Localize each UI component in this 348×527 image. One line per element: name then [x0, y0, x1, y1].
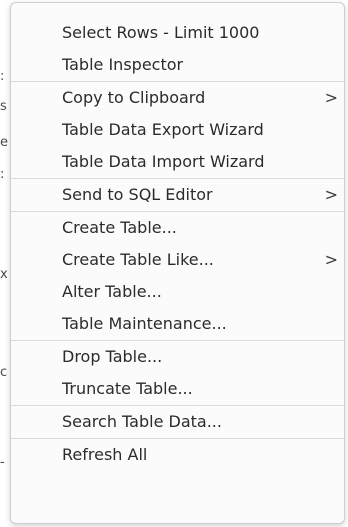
- background-text-fragment: s: [0, 100, 7, 114]
- menu-item-table-data-export-wizard[interactable]: Table Data Export Wizard: [11, 114, 344, 146]
- menu-item-label: Create Table Like...: [62, 250, 214, 269]
- submenu-arrow-icon: >: [324, 185, 338, 204]
- menu-item-drop-table[interactable]: Drop Table...: [11, 341, 344, 373]
- menu-item-label: Send to SQL Editor: [62, 185, 213, 204]
- background-text-fragment: -: [0, 456, 5, 470]
- menu-item-table-maintenance[interactable]: Table Maintenance...: [11, 308, 344, 340]
- menu-item-create-table[interactable]: Create Table...: [11, 212, 344, 244]
- menu-item-copy-to-clipboard[interactable]: Copy to Clipboard >: [11, 82, 344, 114]
- menu-item-label: Table Data Export Wizard: [62, 120, 264, 139]
- menu-item-select-rows-limit-1000[interactable]: Select Rows - Limit 1000: [11, 17, 344, 49]
- menu-item-table-inspector[interactable]: Table Inspector: [11, 49, 344, 81]
- menu-item-truncate-table[interactable]: Truncate Table...: [11, 373, 344, 405]
- background-text-fragment: x: [0, 268, 8, 282]
- submenu-arrow-icon: >: [324, 250, 338, 269]
- menu-item-refresh-all[interactable]: Refresh All: [11, 439, 344, 471]
- menu-item-label: Alter Table...: [62, 282, 162, 301]
- background-text-fragment: e: [0, 136, 8, 150]
- menu-item-create-table-like[interactable]: Create Table Like... >: [11, 244, 344, 276]
- menu-item-send-to-sql-editor[interactable]: Send to SQL Editor >: [11, 179, 344, 211]
- menu-item-label: Select Rows - Limit 1000: [62, 23, 260, 42]
- table-context-menu: Select Rows - Limit 1000 Table Inspector C…: [10, 2, 345, 524]
- menu-item-search-table-data[interactable]: Search Table Data...: [11, 406, 344, 438]
- background-text-fragment: c: [0, 366, 8, 380]
- menu-item-label: Copy to Clipboard: [62, 88, 206, 107]
- menu-item-label: Truncate Table...: [62, 379, 193, 398]
- menu-item-alter-table[interactable]: Alter Table...: [11, 276, 344, 308]
- menu-item-label: Drop Table...: [62, 347, 163, 366]
- menu-item-label: Table Inspector: [62, 55, 184, 74]
- background-text-fragment: :: [0, 168, 5, 182]
- submenu-arrow-icon: >: [324, 88, 338, 107]
- background-text-fragment: :: [0, 70, 5, 84]
- menu-item-label: Search Table Data...: [62, 412, 222, 431]
- menu-item-label: Table Data Import Wizard: [62, 152, 265, 171]
- menu-item-label: Refresh All: [62, 445, 148, 464]
- menu-item-label: Table Maintenance...: [62, 314, 227, 333]
- menu-item-label: Create Table...: [62, 218, 177, 237]
- menu-item-table-data-import-wizard[interactable]: Table Data Import Wizard: [11, 146, 344, 178]
